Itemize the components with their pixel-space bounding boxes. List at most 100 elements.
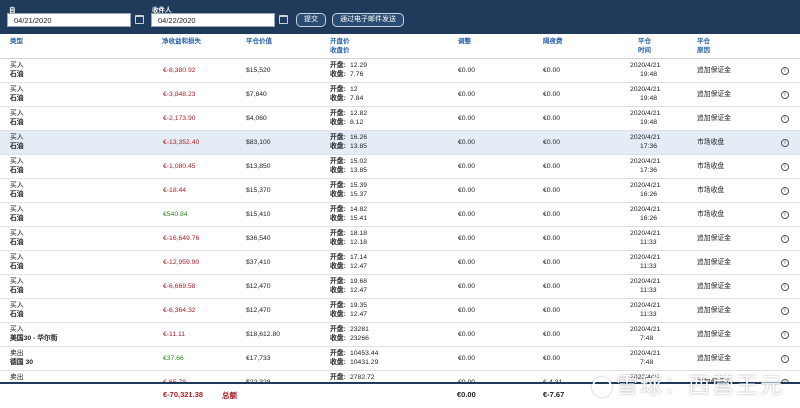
close-time-cell: 19:48: [640, 95, 658, 102]
close-price-cell: 13.85: [350, 167, 368, 174]
pnl-cell: €-16,649.76: [163, 235, 200, 242]
pnl-cell: €-8,380.92: [163, 67, 196, 74]
email-send-button[interactable]: 通过电子邮件发送: [332, 13, 404, 27]
close-date-cell: 2020/4/21: [630, 278, 661, 285]
table-row[interactable]: 买入 石油 €-6,364.32 $12,470 开盘: 19.35 收盘: 12.47 €0.…: [0, 299, 800, 323]
open-label: 开盘:: [330, 326, 346, 333]
close-price-cell: 12.18: [350, 239, 368, 246]
table-header: 类型 净收益和损失 平仓价值 开盘价 收盘价 调整 隔夜费 平仓 时间 平仓 原…: [0, 34, 800, 59]
close-label: 收盘:: [330, 311, 346, 318]
close-date-cell: 2020/4/21: [630, 206, 661, 213]
col-close-value: 平仓价值: [246, 38, 272, 45]
close-date-cell: 2020/4/21: [630, 158, 661, 165]
close-label: 收盘:: [330, 119, 346, 126]
table-row[interactable]: 买入 石油 €-6,669.58 $12,470 开盘: 19.68 收盘: 12.47 €0.…: [0, 275, 800, 299]
instrument-cell: 美国30 - 华尔街: [10, 335, 58, 342]
close-label: 收盘:: [330, 143, 346, 150]
info-icon[interactable]: i: [781, 139, 789, 147]
close-price-cell: 12.47: [350, 311, 368, 318]
open-price-cell: 15.02: [350, 158, 368, 165]
table-row[interactable]: 买入 石油 €-13,352.40 $83,100 开盘: 16.26 收盘: 13.85 €0…: [0, 131, 800, 155]
col-close-time-sub: 时间: [638, 47, 651, 54]
calendar-icon[interactable]: [279, 15, 288, 24]
side-cell: 买入: [10, 326, 24, 333]
close-date-cell: 2020/4/21: [630, 350, 661, 357]
close-time-cell: 16:26: [640, 215, 658, 222]
open-price-cell: 2782.72: [350, 374, 375, 381]
close-time-cell: 7:48: [640, 359, 654, 366]
open-label: 开盘:: [330, 62, 346, 69]
info-icon[interactable]: i: [781, 211, 789, 219]
table-row[interactable]: 买入 石油 €-3,848.23 $7,840 开盘: 12 收盘: 7.84 €0.00 €0.…: [0, 83, 800, 107]
open-price-cell: 15.39: [350, 182, 368, 189]
table-row[interactable]: 买入 石油 €-8,380.92 $15,520 开盘: 12.29 收盘: 7.76 €0.0…: [0, 59, 800, 83]
open-label: 开盘:: [330, 230, 346, 237]
table-row[interactable]: 买入 美国30 - 华尔街 €-11.11 $18,612.80 开盘: 23281 收盘:…: [0, 323, 800, 347]
from-date-input[interactable]: 04/21/2020: [7, 13, 131, 27]
instrument-cell: 石油: [10, 191, 24, 198]
info-icon[interactable]: i: [781, 91, 789, 99]
info-icon[interactable]: i: [781, 307, 789, 315]
table-row[interactable]: 买入 石油 €-1,080.45 $13,850 开盘: 15.02 收盘: 13.85 €0.…: [0, 155, 800, 179]
table-row[interactable]: 买入 石油 €-12,959.90 $37,410 开盘: 17.14 收盘: 12.47 €0…: [0, 251, 800, 275]
calendar-icon[interactable]: [135, 15, 144, 24]
info-icon[interactable]: i: [781, 67, 789, 75]
close-date-cell: 2020/4/21: [630, 254, 661, 261]
info-icon[interactable]: i: [781, 115, 789, 123]
close-price-cell: 15.41: [350, 215, 368, 222]
instrument-cell: 石油: [10, 311, 24, 318]
adjust-cell: €0.00: [458, 139, 476, 146]
info-icon[interactable]: i: [781, 331, 789, 339]
open-price-cell: 18.18: [350, 230, 368, 237]
info-icon[interactable]: i: [781, 283, 789, 291]
total-adjust: €0.00: [457, 390, 476, 399]
to-date-input[interactable]: 04/22/2020: [151, 13, 275, 27]
table-row[interactable]: 买入 石油 €540.84 $15,410 开盘: 14.82 收盘: 15.41 €0.00 €…: [0, 203, 800, 227]
info-icon[interactable]: i: [781, 187, 789, 195]
adjust-cell: €0.00: [458, 163, 476, 170]
overnight-cell: €0.00: [543, 163, 561, 170]
submit-button[interactable]: 提交: [296, 13, 326, 27]
close-label: 收盘:: [330, 335, 346, 342]
close-time-cell: 11:33: [640, 311, 657, 318]
instrument-cell: 石油: [10, 215, 24, 222]
open-price-cell: 14.82: [350, 206, 368, 213]
close-reason-cell: 追加保证金: [697, 235, 731, 242]
close-time-cell: 11:33: [640, 263, 657, 270]
side-cell: 买入: [10, 62, 24, 69]
close-date-cell: 2020/4/21: [630, 182, 661, 189]
open-price-cell: 12: [350, 86, 358, 93]
overnight-cell: €0.00: [543, 331, 561, 338]
open-label: 开盘:: [330, 254, 346, 261]
open-price-cell: 10453.44: [350, 350, 379, 357]
open-price-cell: 17.14: [350, 254, 368, 261]
table-row[interactable]: 买入 石油 €-2,173.90 $4,060 开盘: 12.82 收盘: 8.12 €0.00…: [0, 107, 800, 131]
pnl-cell: €-13,352.40: [163, 139, 200, 146]
info-icon[interactable]: i: [781, 259, 789, 267]
open-price-cell: 16.26: [350, 134, 368, 141]
close-time-cell: 17:36: [640, 167, 658, 174]
info-icon[interactable]: i: [781, 163, 789, 171]
info-icon[interactable]: i: [781, 355, 789, 363]
close-label: 收盘:: [330, 95, 346, 102]
close-price-cell: 12.47: [350, 263, 368, 270]
close-price-cell: 12.47: [350, 287, 368, 294]
close-time-cell: 16:26: [640, 191, 658, 198]
table-row[interactable]: 买入 石油 €-16,649.76 $36,540 开盘: 18.18 收盘: 12.18 €0…: [0, 227, 800, 251]
instrument-cell: 石油: [10, 95, 24, 102]
pnl-cell: €-1,080.45: [163, 163, 196, 170]
close-reason-cell: 市场收盘: [697, 163, 725, 170]
instrument-cell: 石油: [10, 119, 24, 126]
overnight-cell: €0.00: [543, 211, 561, 218]
close-value-cell: $4,060: [246, 115, 267, 122]
close-time-cell: 19:48: [640, 119, 658, 126]
instrument-cell: 石油: [10, 167, 24, 174]
adjust-cell: €0.00: [458, 259, 476, 266]
side-cell: 买入: [10, 230, 24, 237]
close-date-cell: 2020/4/21: [630, 110, 661, 117]
open-label: 开盘:: [330, 374, 346, 381]
open-label: 开盘:: [330, 206, 346, 213]
table-row[interactable]: 买入 石油 €-18.44 $15,370 开盘: 15.39 收盘: 15.37 €0.00 €…: [0, 179, 800, 203]
info-icon[interactable]: i: [781, 235, 789, 243]
adjust-cell: €0.00: [458, 187, 476, 194]
